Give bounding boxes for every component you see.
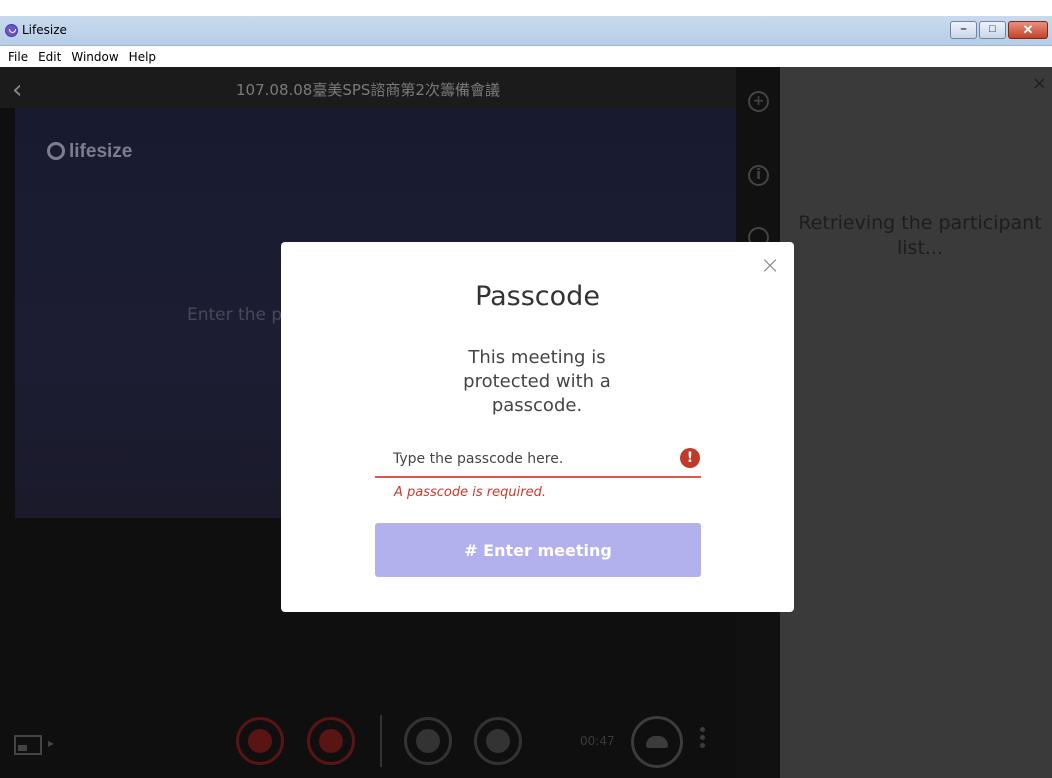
meeting-title: 107.08.08臺美SPS諮商第2次籌備會議 (236, 81, 500, 99)
layout-icon[interactable] (14, 735, 42, 755)
microphone-off-icon (248, 729, 272, 753)
mute-microphone-button[interactable] (236, 717, 284, 765)
info-icon[interactable]: i (748, 165, 769, 186)
background-prompt-text: Enter the p (187, 305, 283, 325)
more-options-icon[interactable] (700, 727, 706, 751)
menu-help[interactable]: Help (124, 50, 161, 64)
menu-edit[interactable]: Edit (33, 50, 66, 64)
dialog-title: Passcode (475, 281, 600, 312)
close-panel-icon[interactable]: × (1032, 73, 1047, 94)
error-message: A passcode is required. (394, 485, 546, 500)
layout-arrow-icon[interactable]: ▸ (48, 736, 54, 750)
maximize-icon: □ (989, 23, 996, 35)
participants-status: Retrieving the participant list... (798, 212, 1042, 259)
passcode-dialog: × Passcode This meeting is protected wit… (281, 242, 794, 612)
controls-divider (380, 715, 382, 767)
call-header: ‹ 107.08.08臺美SPS諮商第2次籌備會議 (0, 67, 736, 108)
menu-file[interactable]: File (3, 50, 33, 64)
window-title: Lifesize (22, 23, 67, 37)
lifesize-app-icon (5, 24, 18, 37)
call-timer: 00:47 (580, 734, 615, 748)
lifesize-logo-icon (47, 142, 65, 160)
enter-meeting-button[interactable]: # Enter meeting (375, 523, 701, 577)
close-dialog-icon[interactable]: × (758, 253, 782, 278)
passcode-input[interactable] (375, 442, 701, 478)
record-button[interactable] (474, 717, 522, 765)
window-controls: – □ ✕ (950, 21, 1048, 39)
share-icon (416, 729, 440, 753)
window-titlebar: Lifesize – □ ✕ (0, 16, 1052, 46)
camera-off-button[interactable] (307, 717, 355, 765)
lifesize-logo: lifesize (47, 141, 132, 163)
error-icon: ! (680, 448, 700, 468)
camera-off-icon (319, 729, 343, 753)
participants-panel: × Retrieving the participant list... (780, 67, 1052, 778)
hang-up-button[interactable] (631, 716, 683, 768)
call-controls: ▸ 00:47 (0, 697, 736, 778)
maximize-button[interactable]: □ (979, 21, 1006, 39)
minimize-icon: – (960, 23, 967, 35)
close-icon: ✕ (1022, 22, 1034, 37)
share-screen-button[interactable] (404, 717, 452, 765)
menu-bar: File Edit Window Help (0, 47, 1052, 67)
dialog-description: This meeting is protected with a passcod… (463, 347, 611, 416)
add-icon[interactable]: + (748, 91, 769, 112)
minimize-button[interactable]: – (950, 21, 977, 39)
close-window-button[interactable]: ✕ (1008, 21, 1048, 39)
record-icon (486, 729, 510, 753)
brand-text: lifesize (69, 141, 133, 162)
menu-window[interactable]: Window (66, 50, 123, 64)
